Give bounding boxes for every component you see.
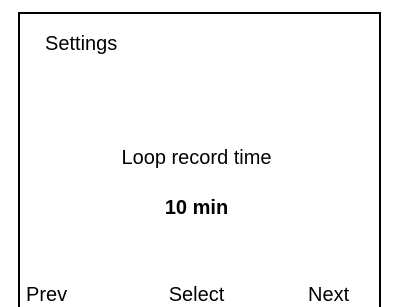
setting-value: 10 min xyxy=(164,197,229,219)
device-screen: Settings Loop record time 10 min Prev Se… xyxy=(0,0,393,307)
screen-title: Settings xyxy=(45,33,118,55)
next-softkey[interactable]: Next xyxy=(308,283,349,307)
setting-label: Loop record time xyxy=(121,147,272,169)
